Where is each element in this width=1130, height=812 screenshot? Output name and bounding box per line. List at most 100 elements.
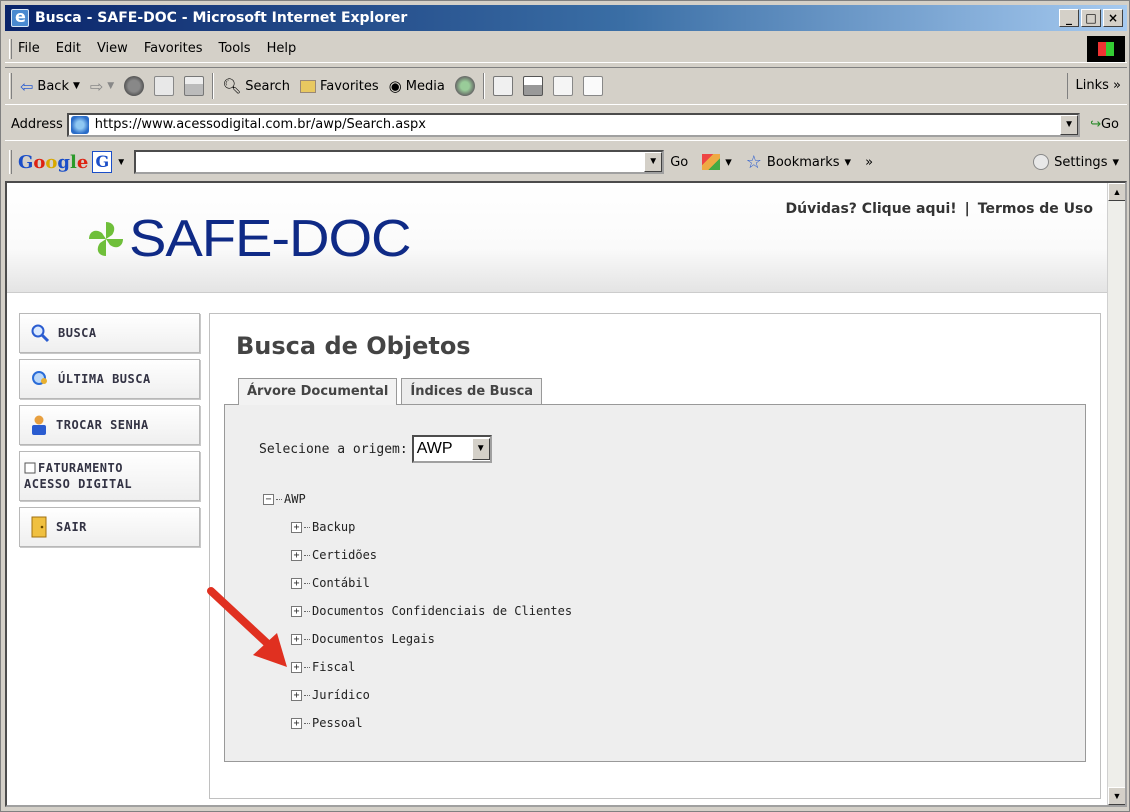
expand-icon[interactable]: + <box>291 521 302 533</box>
browser-window: Busca - SAFE-DOC - Microsoft Internet Ex… <box>0 0 1130 812</box>
menu-edit[interactable]: Edit <box>56 41 81 56</box>
sidebar-item-trocar-senha[interactable]: TROCAR SENHA <box>19 405 200 445</box>
tree-node[interactable]: + Pessoal <box>291 709 572 737</box>
toolbar-grip[interactable] <box>9 73 12 99</box>
sidebar-item-ultima-busca[interactable]: ÚLTIMA BUSCA <box>19 359 200 399</box>
google-overflow-button[interactable]: » <box>865 155 873 170</box>
sidebar-item-faturamento[interactable]: FATURAMENTO ACESSO DIGITAL <box>19 451 200 501</box>
tab-panel: Selecione a origem: AWP ▼ − AWP + Backup +… <box>224 404 1086 762</box>
print-icon[interactable] <box>522 76 543 96</box>
scroll-up-button[interactable]: ▲ <box>1108 183 1125 201</box>
go-arrow-icon: ↪ <box>1090 117 1101 132</box>
address-label: Address <box>11 117 63 132</box>
user-icon <box>30 414 48 436</box>
address-go-button[interactable]: ↪Go <box>1090 117 1119 132</box>
safe-doc-logo[interactable]: SAFE-DOC <box>85 209 412 269</box>
header-links: Dúvidas? Clique aqui! | Termos de Uso <box>785 201 1093 217</box>
vertical-scrollbar[interactable]: ▲ ▼ <box>1107 183 1125 805</box>
links-button[interactable]: Links » <box>1066 73 1121 99</box>
scroll-down-button[interactable]: ▼ <box>1108 787 1125 805</box>
tree-node-label[interactable]: Documentos Legais <box>312 632 435 646</box>
home-icon[interactable] <box>184 76 205 96</box>
favorites-button[interactable]: Favorites <box>299 78 379 94</box>
main-content: Busca de Objetos Árvore Documental Índic… <box>209 313 1101 799</box>
tab-arvore-documental[interactable]: Árvore Documental <box>238 378 398 405</box>
tree-node[interactable]: + Documentos Confidenciais de Clientes <box>291 597 572 625</box>
discuss-icon[interactable] <box>582 76 603 96</box>
minimize-button[interactable]: _ <box>1059 9 1079 27</box>
back-arrow-icon: ⇦ <box>20 76 34 96</box>
terms-link[interactable]: Termos de Uso <box>978 201 1093 217</box>
sidebar-item-label: BUSCA <box>58 326 97 340</box>
sidebar-item-sair[interactable]: SAIR <box>19 507 200 547</box>
tree-node[interactable]: + Backup <box>291 513 572 541</box>
menu-favorites[interactable]: Favorites <box>144 41 203 56</box>
google-grip[interactable] <box>9 150 12 174</box>
media-button[interactable]: ◉ Media <box>389 77 445 95</box>
window-title: Busca - SAFE-DOC - Microsoft Internet Ex… <box>35 10 408 26</box>
address-url[interactable]: https://www.acessodigital.com.br/awp/Sea… <box>95 117 1060 132</box>
google-options-button[interactable]: ▾ <box>702 154 732 170</box>
logo-text: SAFE-DOC <box>129 210 412 268</box>
origin-select[interactable]: AWP ▼ <box>411 435 492 463</box>
tree-node-label[interactable]: AWP <box>284 492 306 506</box>
address-dropdown-button[interactable]: ▼ <box>1060 114 1079 135</box>
tree-node-fiscal[interactable]: + Fiscal <box>291 653 572 681</box>
close-button[interactable]: × <box>1103 9 1123 27</box>
history-icon[interactable] <box>454 76 475 96</box>
sidebar-item-busca[interactable]: BUSCA <box>19 313 200 353</box>
maximize-button[interactable]: □ <box>1081 9 1101 27</box>
menu-help[interactable]: Help <box>267 41 297 56</box>
windows-logo-icon <box>1087 35 1125 62</box>
google-search-dropdown-button[interactable]: ▼ <box>644 152 663 172</box>
title-bar[interactable]: Busca - SAFE-DOC - Microsoft Internet Ex… <box>5 5 1127 31</box>
collapse-icon[interactable]: − <box>263 493 274 505</box>
tree-node-label[interactable]: Fiscal <box>312 660 355 674</box>
edit-icon[interactable] <box>552 76 573 96</box>
tree-node-label[interactable]: Backup <box>312 520 355 534</box>
menu-grip[interactable] <box>9 38 12 59</box>
tree-node[interactable]: + Jurídico <box>291 681 572 709</box>
google-go-button[interactable]: Go <box>670 155 688 170</box>
chevron-down-icon[interactable]: ▼ <box>471 438 490 460</box>
expand-icon[interactable]: + <box>291 549 302 561</box>
menu-view[interactable]: View <box>97 41 128 56</box>
menu-file[interactable]: File <box>18 41 40 56</box>
tree-node-root[interactable]: − AWP <box>263 485 572 513</box>
forward-button[interactable]: ⇨ ▼ <box>90 77 114 96</box>
help-link[interactable]: Dúvidas? Clique aqui! <box>785 201 956 217</box>
menu-tools[interactable]: Tools <box>219 41 251 56</box>
document-tree: − AWP + Backup + Certidões + Contábil + Docum… <box>263 485 572 737</box>
refresh-icon[interactable] <box>154 76 175 96</box>
expand-icon[interactable]: + <box>291 717 302 729</box>
sidebar-item-label: SAIR <box>56 520 87 534</box>
tab-indices-de-busca[interactable]: Índices de Busca <box>401 378 543 404</box>
stop-icon[interactable] <box>124 76 145 96</box>
tree-node[interactable]: + Documentos Legais <box>291 625 572 653</box>
favorites-label: Favorites <box>319 78 379 94</box>
tree-node-label[interactable]: Documentos Confidenciais de Clientes <box>312 604 572 618</box>
google-logo[interactable]: Google <box>18 152 88 173</box>
origin-select-value: AWP <box>416 440 453 457</box>
expand-icon[interactable]: + <box>291 689 302 701</box>
search-button[interactable]: 🔍︎ Search <box>222 77 290 95</box>
exit-door-icon <box>30 516 48 538</box>
tree-node[interactable]: + Certidões <box>291 541 572 569</box>
origin-row: Selecione a origem: AWP ▼ <box>259 435 492 463</box>
mail-icon[interactable] <box>492 76 513 96</box>
tree-node-label[interactable]: Pessoal <box>312 716 363 730</box>
tree-node-label[interactable]: Certidões <box>312 548 377 562</box>
google-search-input[interactable]: ▼ <box>134 150 665 174</box>
tree-node-label[interactable]: Contábil <box>312 576 370 590</box>
settings-button[interactable]: Settings ▾ <box>1033 154 1119 170</box>
address-field[interactable]: https://www.acessodigital.com.br/awp/Sea… <box>66 112 1081 137</box>
tree-node[interactable]: + Contábil <box>291 569 572 597</box>
search-icon: 🔍︎ <box>222 77 242 95</box>
back-button[interactable]: ⇦ Back ▼ <box>20 77 80 96</box>
google-menu-dropdown-icon[interactable]: ▼ <box>116 157 126 168</box>
tree-node-label[interactable]: Jurídico <box>312 688 370 702</box>
document-icon <box>24 462 36 474</box>
ie-icon <box>11 7 29 27</box>
bookmarks-button[interactable]: ☆ Bookmarks ▾ <box>746 152 851 173</box>
google-g-icon[interactable]: G <box>92 151 113 173</box>
